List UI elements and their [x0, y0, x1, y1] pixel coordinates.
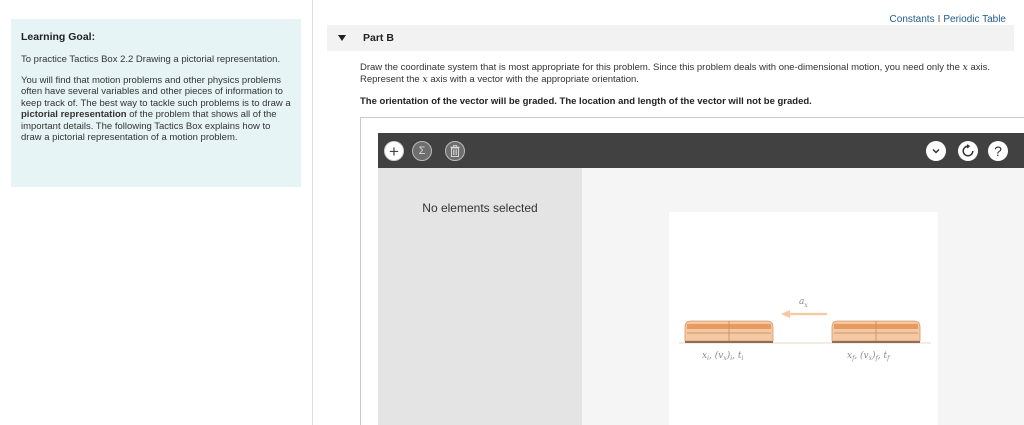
no-selection-message: No elements selected — [422, 201, 538, 215]
delete-button[interactable] — [445, 141, 465, 161]
periodic-table-link[interactable]: Periodic Table — [943, 14, 1006, 25]
train-final — [831, 320, 921, 343]
instructions-text-a: Draw the coordinate system that is most … — [360, 62, 963, 73]
part-title: Part B — [363, 32, 394, 44]
learning-goal-paragraph-2: You will find that motion problems and o… — [21, 75, 291, 144]
help-button[interactable]: ? — [988, 141, 1008, 161]
learning-goal-title: Learning Goal: — [21, 31, 96, 43]
train-initial — [684, 320, 774, 343]
initial-state-label: xi, (vx)i, ti — [702, 350, 744, 362]
part-instructions: Draw the coordinate system that is most … — [360, 62, 1015, 86]
dropdown-button[interactable] — [926, 141, 946, 161]
learning-goal-panel: Learning Goal: To practice Tactics Box 2… — [11, 19, 301, 187]
collapse-caret-icon[interactable] — [338, 35, 346, 41]
chevron-down-icon — [932, 148, 940, 154]
trash-icon — [450, 145, 460, 157]
problem-figure: ax xi, (vx)i, ti xf, (vx)f, tf — [669, 212, 938, 425]
reset-button[interactable] — [958, 141, 978, 161]
part-b-header[interactable]: Part B — [327, 25, 1014, 51]
link-separator: I — [937, 14, 941, 25]
graded-note: The orientation of the vector will be gr… — [360, 96, 812, 107]
sigma-icon: Σ — [418, 145, 426, 157]
column-divider — [312, 0, 313, 425]
instructions-text-c: axis with a vector with the appropriate … — [427, 74, 639, 85]
top-links: Constants I Periodic Table — [890, 14, 1006, 25]
acceleration-label: ax — [799, 297, 808, 309]
plus-icon: + — [389, 141, 399, 161]
reset-icon — [962, 144, 974, 157]
drawing-toolbar: + Σ ? — [378, 133, 1024, 168]
final-state-label: xf, (vx)f, tf — [847, 350, 891, 362]
element-properties-panel: No elements selected — [378, 168, 582, 425]
sum-button[interactable]: Σ — [412, 141, 432, 161]
learning-goal-paragraph-1: To practice Tactics Box 2.2 Drawing a pi… — [21, 54, 281, 65]
help-icon: ? — [994, 143, 1002, 159]
constants-link[interactable]: Constants — [890, 14, 935, 25]
add-element-button[interactable]: + — [384, 141, 404, 161]
train-figure-svg: ax xi, (vx)i, ti xf, (vx)f, tf — [679, 297, 931, 362]
paragraph-2-bold: pictorial representation — [21, 109, 127, 120]
paragraph-2-text-a: You will find that motion problems and o… — [21, 74, 291, 109]
acceleration-arrow — [781, 310, 827, 318]
